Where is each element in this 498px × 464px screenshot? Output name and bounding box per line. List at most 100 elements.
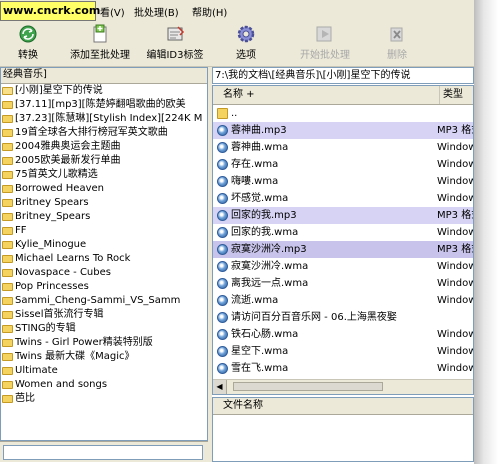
menu-batch[interactable]: 批处理(B) [134,4,179,19]
folder-item[interactable]: [小刚]星空下的传说 [1,84,207,98]
menu-view[interactable]: 看(V) [100,4,125,19]
file-row[interactable]: 离我远一点.wma Windows M [213,275,473,292]
remove-button[interactable]: 删除 [382,24,412,64]
options-label: 选项 [236,50,256,61]
scrollbar-thumb[interactable] [233,382,383,391]
file-name: 星空下.wma [231,346,289,357]
audio-file-icon [217,278,228,289]
file-name: 存在.wma [231,159,279,170]
column-type[interactable]: 类型 [439,86,463,104]
folder-item[interactable]: Sissel首张流行专辑 [1,308,207,322]
folder-tree-footer [0,441,208,462]
convert-icon [19,25,37,43]
parent-folder-row[interactable]: .. [213,105,473,122]
file-row[interactable]: 星空下.wma Windows M [213,343,473,360]
audio-file-icon [217,261,228,272]
file-type: Windows M [437,295,473,306]
options-button[interactable]: 选项 [228,24,264,64]
file-row[interactable]: 雪在飞.wma Windows M [213,360,473,377]
column-name[interactable]: 名称 + [223,86,255,104]
folder-item[interactable]: 19首全球各大排行榜冠军英文歌曲 [1,126,207,140]
menu-help[interactable]: 帮助(H) [192,4,227,19]
folder-filter-box[interactable] [3,445,203,460]
file-type: Windows M [437,227,473,238]
file-row[interactable]: 蓉神曲.wma Windows M [213,139,473,156]
folder-item[interactable]: 2004雅典奥运会主题曲 [1,140,207,154]
folder-item[interactable]: 芭比 [1,392,207,406]
file-row[interactable]: 请访问百分百音乐网 - 06.上海黑夜娶 [213,309,473,326]
file-row[interactable]: 流逝.wma Windows M [213,292,473,309]
file-row[interactable]: 铁石心肠.wma Windows M [213,326,473,343]
folder-item[interactable]: 75首英文儿歌精选 [1,168,207,182]
folder-tree: 经典音乐] [小刚]星空下的传说 [37.11][mp3][陈楚婷翻唱歌曲的欧美[… [0,67,208,441]
folder-label: [37.23][陈慧琳][Stylish Index][224K M [15,113,203,124]
folder-item[interactable]: Ultimate [1,364,207,378]
convert-button[interactable]: 转换 [10,24,46,64]
folder-label: [小刚]星空下的传说 [15,85,103,96]
folder-item[interactable]: Britney Spears [1,196,207,210]
folder-label: Borrowed Heaven [15,183,104,194]
folder-item[interactable]: Twins - Girl Power精装特别版 [1,336,207,350]
folder-item[interactable]: Women and songs [1,378,207,392]
folder-item[interactable]: Britney_Spears [1,210,207,224]
file-name: .. [231,108,238,119]
audio-file-icon [217,210,228,221]
file-row[interactable]: 回家的我.wma Windows M [213,224,473,241]
file-name: 流逝.wma [231,295,279,306]
audio-file-icon [217,193,228,204]
audio-file-icon [217,312,228,323]
folder-label: 75首英文儿歌精选 [15,169,98,180]
file-row[interactable]: 坏感觉.wma Windows M [213,190,473,207]
file-type: MP3 格式 [437,244,473,255]
file-info-header: 文件名称 [213,398,473,415]
folder-item[interactable]: Michael Learns To Rock [1,252,207,266]
delete-icon [390,27,403,42]
file-list-header: 名称 + 类型 [213,86,473,105]
folder-item[interactable]: Borrowed Heaven [1,182,207,196]
file-row[interactable]: 寂寞沙洲冷.mp3 MP3 格式 [213,241,473,258]
folder-item[interactable]: STING的专辑 [1,322,207,336]
edit-id3-label: 编辑ID3标签 [146,50,204,61]
file-row[interactable]: 寂寞沙洲冷.wma Windows M [213,258,473,275]
file-row[interactable]: 存在.wma Windows M [213,156,473,173]
folder-item[interactable]: Kylie_Minogue [1,238,207,252]
file-type: MP3 格式 [437,125,473,136]
site-logo: www.cncrk.com [0,1,100,21]
folder-label: Ultimate [15,365,58,376]
horizontal-scrollbar[interactable]: ◀ [213,379,473,394]
folder-item[interactable]: [37.23][陈慧琳][Stylish Index][224K M [1,112,207,126]
file-name: 回家的我.mp3 [231,210,297,221]
folder-item[interactable]: FF [1,224,207,238]
scroll-left-icon[interactable]: ◀ [213,380,227,394]
folder-icon [2,325,13,333]
folder-label: Twins 最新大碟《Magic》 [15,351,135,362]
folder-item[interactable]: Pop Princesses [1,280,207,294]
folder-icon [2,185,13,193]
folder-item[interactable]: Sammi_Cheng-Sammi_VS_Samm [1,294,207,308]
add-to-batch-button[interactable]: 添加至批处理 [64,24,136,64]
folder-label: Sissel首张流行专辑 [15,309,104,320]
file-row[interactable]: 回家的我.mp3 MP3 格式 [213,207,473,224]
file-name: 嗨嘍.wma [231,176,279,187]
file-row[interactable]: 蓉神曲.mp3 MP3 格式 [213,122,473,139]
edit-id3-button[interactable]: 编辑ID3标签 [144,24,206,64]
file-name: 蓉神曲.wma [231,142,289,153]
folder-item[interactable]: Twins 最新大碟《Magic》 [1,350,207,364]
folder-item[interactable]: [37.11][mp3][陈楚婷翻唱歌曲的欧美 [1,98,207,112]
folder-item[interactable]: 2005欧美最新发行单曲 [1,154,207,168]
folder-label: Novaspace - Cubes [15,267,111,278]
file-row[interactable]: 嗨嘍.wma Windows M [213,173,473,190]
file-type: Windows M [437,159,473,170]
folder-icon [2,283,13,291]
file-type: Windows M [437,193,473,204]
path-bar[interactable]: 7:\我的文档\[经典音乐]\[小刚]星空下的传说 [212,67,474,84]
file-type: Windows M [437,261,473,272]
batch-icon [316,26,332,42]
folder-icon [2,171,13,179]
folder-icon [2,241,13,249]
folder-item[interactable]: Novaspace - Cubes [1,266,207,280]
start-batch-button[interactable]: 开始批处理 [296,24,354,64]
folder-label: 19首全球各大排行榜冠军英文歌曲 [15,127,168,138]
file-name: 坏感觉.wma [231,193,289,204]
folder-icon [2,199,13,207]
